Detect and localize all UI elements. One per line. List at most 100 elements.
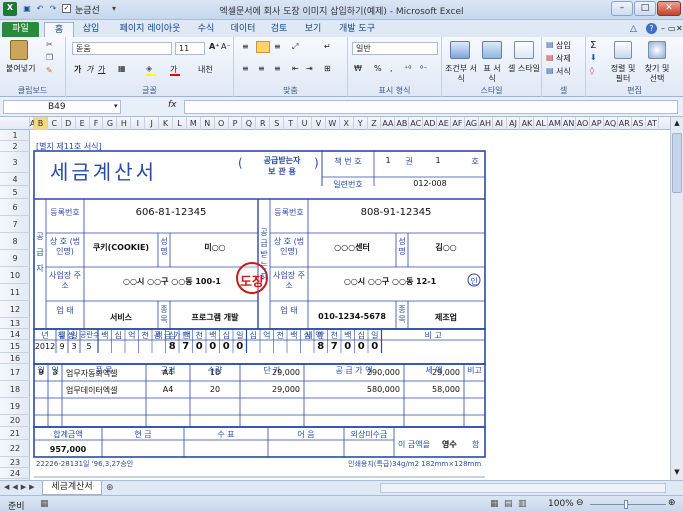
row-header-18[interactable]: 18 (0, 381, 30, 398)
underline-button[interactable]: 가 (98, 64, 105, 75)
paste-button[interactable]: 붙여넣기 (6, 63, 35, 74)
cell-styles-button[interactable]: 셀 스타일 (508, 64, 540, 74)
sheet-tab-invoice[interactable]: 세금계산서 (42, 481, 102, 495)
row-header-24[interactable]: 24 (0, 468, 30, 479)
column-header-AG[interactable]: AG (465, 117, 479, 130)
row-header-8[interactable]: 8 (0, 233, 30, 250)
insert-function-icon[interactable]: fx (168, 100, 177, 110)
column-header-AL[interactable]: AL (534, 117, 549, 130)
fill-color-icon[interactable]: ◈ (146, 64, 152, 73)
column-header-I[interactable]: I (131, 117, 146, 130)
align-center-icon[interactable]: ≡ (258, 64, 265, 73)
decrease-decimal-icon[interactable]: ⁰⁻ (420, 64, 427, 73)
column-header-AC[interactable]: AC (409, 117, 424, 130)
format-painter-icon[interactable]: ✎ (46, 66, 53, 75)
column-header-V[interactable]: V (312, 117, 326, 130)
tab-data[interactable]: 데이터 (226, 22, 260, 37)
column-header-K[interactable]: K (159, 117, 173, 130)
tab-formulas[interactable]: 수식 (192, 22, 220, 37)
column-header-AE[interactable]: AE (437, 117, 451, 130)
scroll-thumb[interactable] (672, 133, 682, 193)
border-icon[interactable]: ▦ (118, 64, 126, 73)
bold-button[interactable]: 가 (74, 64, 81, 75)
column-header-AK[interactable]: AK (521, 117, 535, 130)
row-header-14[interactable]: 14 (0, 329, 30, 340)
decrease-indent-icon[interactable]: ⇤ (292, 64, 299, 73)
sort-filter-icon[interactable] (614, 41, 632, 59)
sort-filter-button[interactable]: 정렬 및 필터 (608, 64, 638, 84)
row-header-16[interactable]: 16 (0, 353, 30, 364)
row-header-15[interactable]: 15 (0, 340, 30, 353)
align-left-icon[interactable]: ≡ (242, 64, 249, 73)
tab-page-layout[interactable]: 페이지 레이아웃 (108, 22, 192, 37)
row-header-12[interactable]: 12 (0, 301, 30, 318)
currency-icon[interactable]: ₩ (354, 64, 362, 73)
column-header-AB[interactable]: AB (395, 117, 410, 130)
select-all-corner[interactable] (0, 117, 30, 130)
format-icon[interactable]: ▤ (546, 66, 554, 75)
row-header-9[interactable]: 9 (0, 250, 30, 267)
column-header-C[interactable]: C (48, 117, 62, 130)
column-header-J[interactable]: J (145, 117, 160, 130)
column-header-AR[interactable]: AR (618, 117, 632, 130)
column-header-X[interactable]: X (340, 117, 354, 130)
row-header-11[interactable]: 11 (0, 284, 30, 301)
page-layout-view-icon[interactable]: ▤ (504, 499, 513, 509)
column-header-P[interactable]: P (229, 117, 243, 130)
help-icon[interactable]: ? (646, 23, 657, 34)
autosum-icon[interactable]: Σ (590, 40, 596, 51)
row-header-17[interactable]: 17 (0, 364, 30, 381)
zoom-level[interactable]: 100% (548, 499, 574, 509)
column-header-O[interactable]: O (215, 117, 229, 130)
column-header-AO[interactable]: AO (576, 117, 590, 130)
column-header-L[interactable]: L (173, 117, 187, 130)
row-header-19[interactable]: 19 (0, 398, 30, 415)
column-header-B[interactable]: B (34, 117, 48, 130)
fill-icon[interactable]: ⬇ (590, 53, 597, 62)
format-button[interactable]: 서식 (556, 66, 571, 77)
row-header-10[interactable]: 10 (0, 267, 30, 284)
zoom-out-icon[interactable]: ⊖ (576, 498, 584, 508)
copy-icon[interactable]: ❐ (46, 53, 53, 62)
column-header-AQ[interactable]: AQ (604, 117, 618, 130)
row-header-4[interactable]: 4 (0, 173, 30, 186)
increase-decimal-icon[interactable]: ⁺⁰ (404, 64, 411, 73)
column-header-T[interactable]: T (284, 117, 299, 130)
close-button[interactable]: ✕ (657, 1, 681, 16)
column-header-AD[interactable]: AD (423, 117, 438, 130)
wb-close-icon[interactable]: ✕ (676, 24, 683, 33)
column-header-Z[interactable]: Z (368, 117, 382, 130)
name-box-dropdown-icon[interactable]: ▾ (114, 102, 118, 110)
tab-home[interactable]: 홈 (44, 22, 74, 37)
column-header-AH[interactable]: AH (479, 117, 493, 130)
column-header-F[interactable]: F (90, 117, 104, 130)
maximize-button[interactable]: □ (634, 1, 656, 16)
insert-button[interactable]: 삽입 (556, 40, 571, 51)
wrap-text-icon[interactable]: ↵ (324, 42, 331, 51)
grow-font-icon[interactable]: A⁺ (209, 42, 219, 51)
tab-developer[interactable]: 개발 도구 (334, 22, 380, 37)
cell-styles-icon[interactable] (514, 41, 534, 59)
align-right-icon[interactable]: ≡ (274, 64, 281, 73)
column-header-R[interactable]: R (256, 117, 271, 130)
vertical-scrollbar[interactable]: ▲ ▼ (670, 117, 683, 480)
column-header-AJ[interactable]: AJ (507, 117, 521, 130)
cut-icon[interactable]: ✂ (46, 40, 53, 49)
minimize-button[interactable]: – (611, 1, 633, 16)
row-header-7[interactable]: 7 (0, 216, 30, 233)
italic-button[interactable]: 가 (86, 64, 93, 75)
formula-input[interactable] (184, 100, 678, 114)
row-header-5[interactable]: 5 (0, 186, 30, 199)
ribbon-minimize-icon[interactable]: △ (630, 24, 637, 34)
zoom-in-icon[interactable]: ⊕ (668, 498, 676, 508)
number-format-select[interactable]: 일반 (352, 42, 438, 55)
clear-icon[interactable]: ◊ (590, 66, 594, 75)
orientation-icon[interactable]: ⤢ (292, 42, 298, 52)
column-header-D[interactable]: D (62, 117, 76, 130)
horizontal-scrollbar[interactable] (380, 483, 666, 493)
row-header-3[interactable]: 3 (0, 152, 30, 173)
row-header-6[interactable]: 6 (0, 199, 30, 216)
align-middle-icon[interactable] (256, 41, 270, 53)
row-header-21[interactable]: 21 (0, 427, 30, 440)
align-top-icon[interactable]: ≡ (242, 42, 249, 51)
